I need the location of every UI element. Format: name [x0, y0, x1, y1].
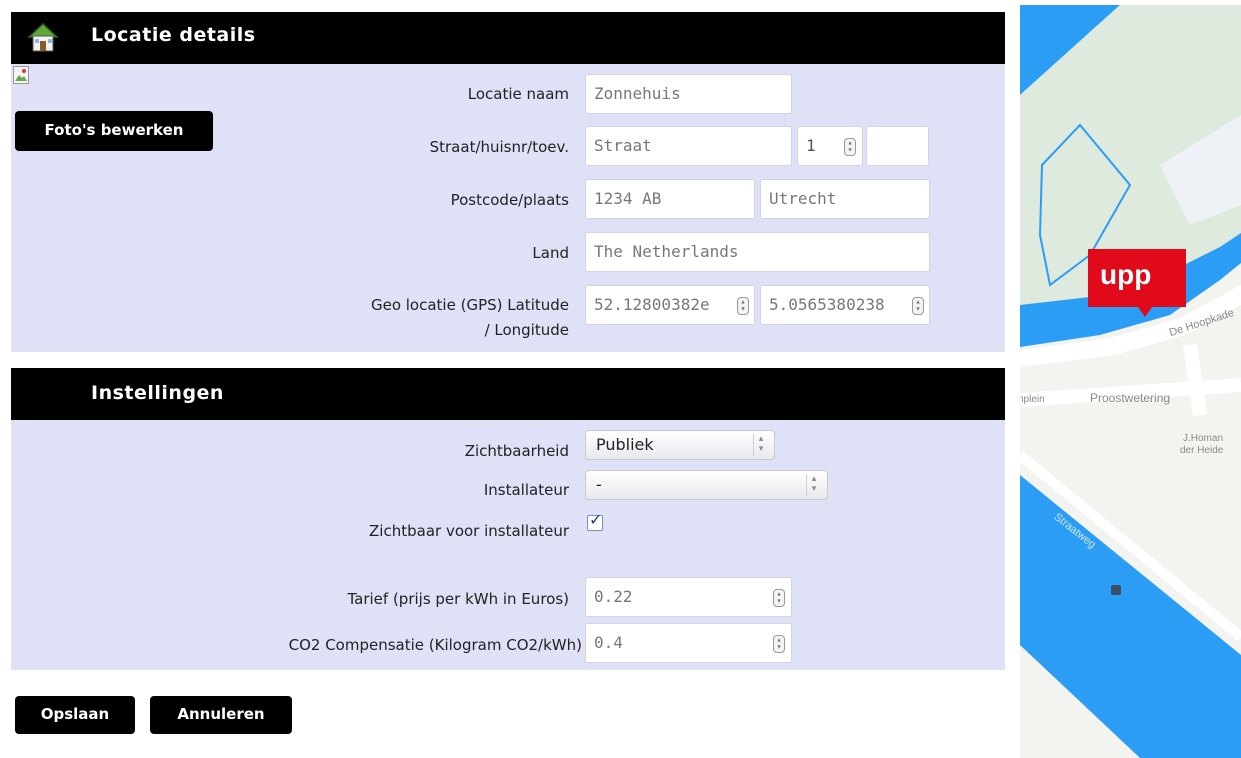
addition-input[interactable] — [866, 126, 929, 166]
visibility-label: Zichtbaarheid — [464, 442, 569, 460]
latitude-value: 52.12800382е — [594, 295, 710, 314]
postal-label: Postcode/plaats — [450, 191, 569, 209]
settings-title: Instellingen — [91, 382, 224, 404]
installer-value: - — [596, 475, 602, 494]
street-label-homan-1: J.Homan — [1183, 433, 1224, 444]
street-label-plein: nplein — [1020, 394, 1045, 405]
co2-stepper[interactable]: 0.4 ▴ ▾ — [585, 623, 792, 663]
latitude-spinner[interactable]: ▴ ▾ — [737, 297, 749, 315]
co2-label: CO2 Compensatie (Kilogram CO2/kWh) — [288, 636, 582, 654]
installer-label: Installateur — [483, 481, 569, 499]
broken-image-icon — [13, 66, 29, 88]
tariff-value: 0.22 — [594, 587, 633, 606]
house-icon — [25, 19, 61, 59]
visible-installer-label: Zichtbaar voor installateur — [369, 522, 569, 540]
geo-label-line2: / Longitude — [484, 321, 569, 339]
street-input[interactable]: Straat — [585, 126, 792, 166]
select-arrows-icon: ▴ ▾ — [806, 474, 821, 496]
postal-code-input[interactable]: 1234 AB — [585, 179, 755, 219]
geo-label-line1: Geo locatie (GPS) Latitude — [370, 296, 569, 314]
cancel-button[interactable]: Annuleren — [150, 696, 292, 734]
house-number-value: 1 — [806, 136, 816, 155]
upp-marker[interactable]: upp — [1100, 259, 1151, 291]
street-label: Straat/huisnr/toev. — [429, 138, 569, 156]
visibility-select[interactable]: Publiek ▴ ▾ — [585, 430, 775, 460]
map-canvas — [1020, 5, 1241, 758]
tariff-spinner[interactable]: ▴ ▾ — [773, 589, 785, 607]
settings-header: Instellingen — [11, 368, 1005, 436]
city-input[interactable]: Utrecht — [760, 179, 930, 219]
visible-installer-checkbox[interactable]: ✓ — [587, 510, 603, 531]
edit-photos-button[interactable]: Foto's bewerken — [15, 111, 213, 151]
location-header: Locatie details — [11, 12, 1005, 80]
longitude-value: 5.0565380238 — [769, 295, 885, 314]
street-label-proostwetering: Proostwetering — [1090, 391, 1171, 405]
location-name-label: Locatie naam — [467, 85, 569, 103]
location-name-input[interactable]: Zonnehuis — [585, 74, 792, 114]
save-button[interactable]: Opslaan — [15, 696, 135, 734]
latitude-stepper[interactable]: 52.12800382е ▴ ▾ — [585, 285, 755, 325]
co2-spinner[interactable]: ▴ ▾ — [773, 635, 785, 653]
tariff-stepper[interactable]: 0.22 ▴ ▾ — [585, 577, 792, 617]
country-label: Land — [532, 244, 569, 262]
checkmark-icon: ✓ — [589, 510, 603, 529]
tariff-label: Tarief (prijs per kWh in Euros) — [347, 590, 569, 608]
longitude-stepper[interactable]: 5.0565380238 ▴ ▾ — [760, 285, 930, 325]
location-title: Locatie details — [91, 24, 256, 46]
installer-select[interactable]: - ▴ ▾ — [585, 470, 828, 500]
house-number-spinner[interactable]: ▴ ▾ — [844, 138, 856, 156]
visibility-value: Publiek — [596, 435, 654, 454]
country-input[interactable]: The Netherlands — [585, 232, 930, 272]
location-map[interactable]: upp De Hoopkade Proostwetering nplein J.… — [1020, 5, 1241, 758]
longitude-spinner[interactable]: ▴ ▾ — [912, 297, 924, 315]
select-arrows-icon: ▴ ▾ — [753, 434, 768, 456]
street-label-homan-2: der Heide — [1180, 445, 1224, 456]
house-number-stepper[interactable]: 1 ▴ ▾ — [797, 126, 863, 166]
co2-value: 0.4 — [594, 633, 623, 652]
